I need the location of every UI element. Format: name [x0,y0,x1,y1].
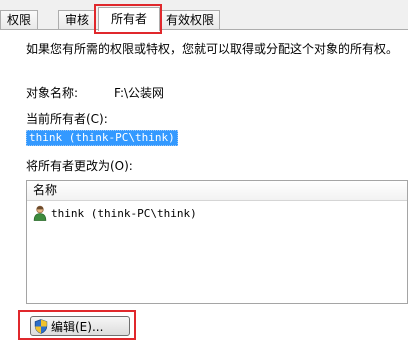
tab-divider [0,29,408,30]
list-item[interactable]: think (think-PC\think) [27,204,407,222]
tab-owner[interactable]: 所有者 [98,7,160,31]
owner-tab-dialog: 权限 审核 所有者 有效权限 如果您有所需的权限或特权，您就可以取得或分配这个对… [0,0,408,346]
user-icon [33,205,47,221]
object-name-label: 对象名称: [26,86,79,100]
edit-button[interactable]: 编辑(E)... [30,316,130,336]
object-name-value: F:\公装网 [114,86,165,100]
current-owner-label: 当前所有者(C): [26,112,108,126]
owner-listbox[interactable]: 名称 think (think-PC\think) [26,180,408,304]
uac-shield-icon [34,318,48,334]
tab-effective-permissions[interactable]: 有效权限 [160,10,220,30]
change-owner-label: 将所有者更改为(O): [26,159,133,173]
list-item-name: think (think-PC\think) [51,206,197,220]
current-owner-value[interactable]: think (think-PC\think) [26,130,178,146]
edit-button-label: 编辑(E)... [51,319,104,334]
tab-auditing[interactable]: 审核 [58,10,96,30]
tab-strip: 权限 审核 所有者 有效权限 [0,0,408,31]
current-owner-field[interactable]: think (think-PC\think) [26,130,408,146]
description-text: 如果您有所需的权限或特权，您就可以取得或分配这个对象的所有权。 [26,42,399,56]
tab-permissions[interactable]: 权限 [0,10,38,30]
column-header-name[interactable]: 名称 [27,181,407,201]
